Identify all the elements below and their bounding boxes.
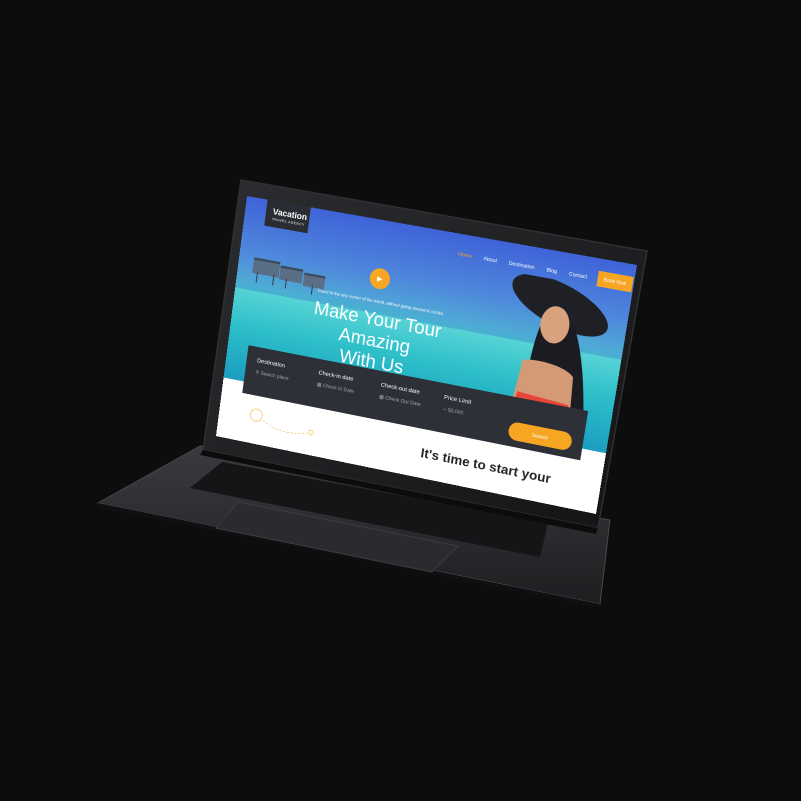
bungalow-stilt: [284, 278, 288, 289]
bungalow-image: [278, 265, 304, 284]
nav-item-about[interactable]: About: [483, 255, 497, 263]
destination-input[interactable]: Search place: [260, 370, 289, 381]
play-button[interactable]: ▶: [368, 266, 392, 291]
stage: Vacation TRAVEL AGENCY Home About Destin…: [0, 0, 801, 801]
checkin-input[interactable]: Check In Date: [323, 382, 355, 394]
search-button[interactable]: Search: [507, 420, 574, 452]
nav-item-blog[interactable]: Blog: [546, 266, 557, 274]
bungalow-stilt: [255, 271, 259, 283]
play-icon: ▶: [376, 274, 384, 283]
compass-doodle-icon: [239, 401, 325, 448]
bungalow-stilt: [272, 274, 275, 286]
price-limit-input[interactable]: $5,000: [448, 407, 464, 416]
checkout-input[interactable]: Check Out Date: [385, 394, 421, 407]
destination-field[interactable]: Destination ⚲ Search place: [255, 357, 319, 387]
price-limit-field[interactable]: Price Limit ∼ $5,000: [442, 394, 509, 425]
nav-item-home[interactable]: Home: [458, 250, 472, 258]
nav-item-contact[interactable]: Contact: [569, 270, 588, 279]
checkout-field[interactable]: Check-out date ▦ Check Out Date: [379, 381, 445, 412]
nav-item-destination[interactable]: Destination: [508, 260, 535, 271]
checkin-field[interactable]: Check-in date ▦ Check In Date: [317, 369, 382, 399]
section-title: It's time to start your: [419, 445, 552, 487]
